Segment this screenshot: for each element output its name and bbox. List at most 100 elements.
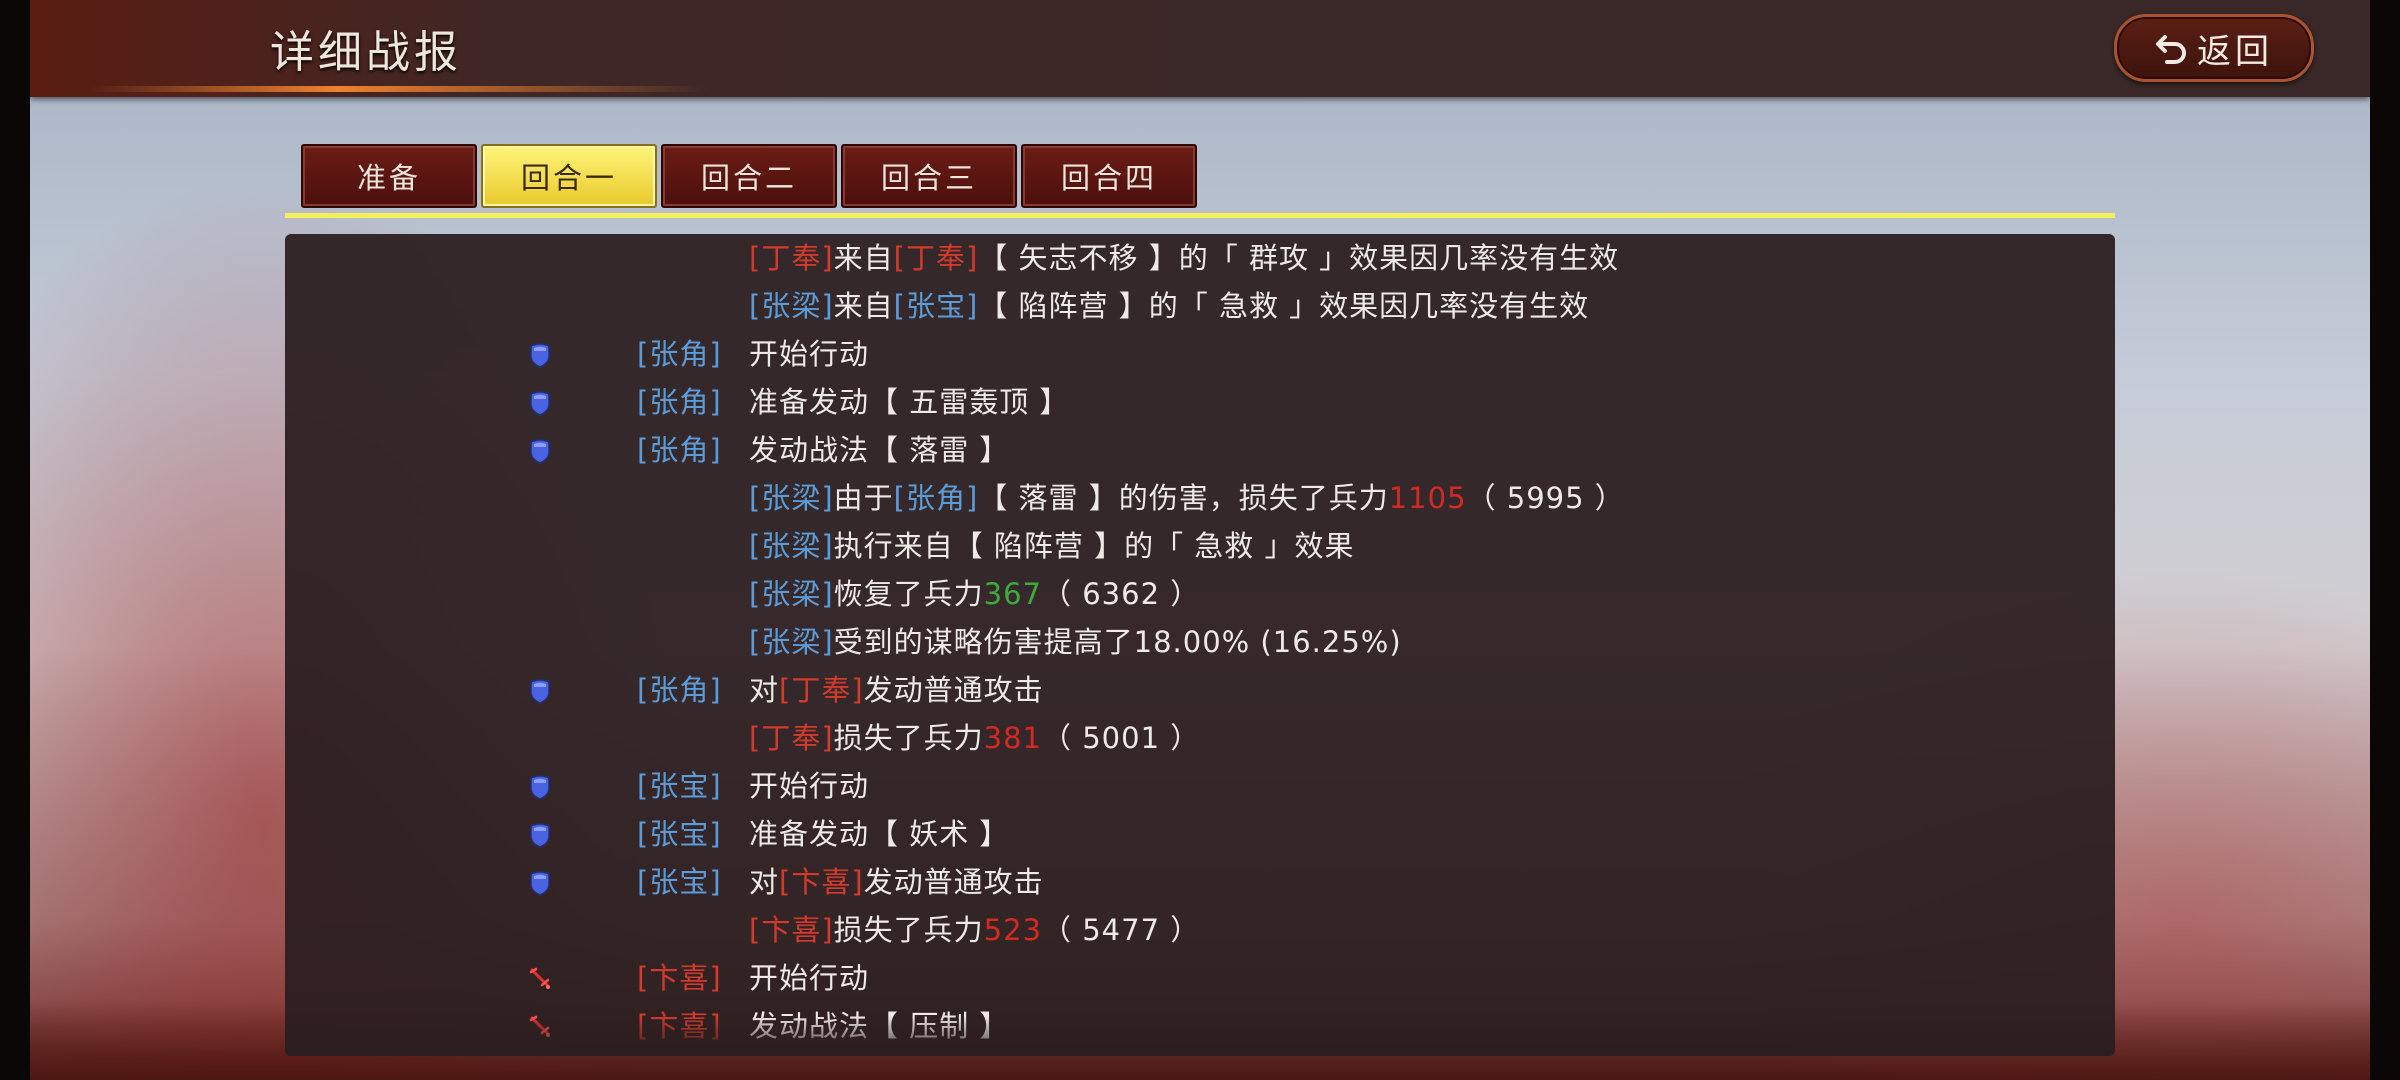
page-title: 详细战报	[270, 27, 462, 78]
enemy-name: [丁奉]	[749, 241, 834, 275]
enemy-name: [丁奉]	[749, 721, 834, 755]
log-text: 对	[749, 865, 780, 899]
log-text: 发动普通攻击	[863, 673, 1044, 707]
log-text: 损失了兵力	[833, 913, 984, 947]
log-text: 准备发动【 五雷轰顶 】	[749, 385, 1070, 419]
log-text: 来自	[833, 241, 894, 275]
tab-round-2[interactable]: 回合二	[661, 144, 837, 208]
log-line: [卞喜] 开始行动	[285, 954, 1985, 1002]
ally-name: [张梁]	[749, 625, 834, 659]
log-line: [张角] 开始行动	[285, 330, 1985, 378]
actor-name: [卞喜]	[637, 961, 722, 995]
ally-name: [张梁]	[749, 529, 834, 563]
tab-round-1[interactable]: 回合一	[481, 144, 657, 208]
enemy-name: [丁奉]	[779, 673, 864, 707]
shield-icon	[530, 679, 550, 704]
header-glow	[90, 86, 710, 92]
action-text: 发动战法【 落雷 】	[749, 426, 1009, 474]
log-line: [张梁]由于[张角]【 落雷 】的伤害，损失了兵力1105（ 5995 ）	[749, 474, 1625, 522]
action-text: 开始行动	[749, 330, 869, 378]
log-line: [张角] 发动战法【 落雷 】	[285, 426, 1985, 474]
action-text: 对[卞喜]发动普通攻击	[749, 858, 1044, 906]
tab-label: 回合二	[700, 161, 797, 195]
action-text: 准备发动【 五雷轰顶 】	[749, 378, 1069, 426]
log-line: [张宝] 开始行动	[285, 762, 1985, 810]
tab-round-4[interactable]: 回合四	[1021, 144, 1197, 208]
log-text: 恢复了兵力	[833, 577, 984, 611]
action-text: 开始行动	[749, 762, 869, 810]
log-line: [张梁]来自[张宝]【 陷阵营 】的「 急救 」效果因几率没有生效	[749, 282, 1589, 330]
ally-name: [张宝]	[893, 289, 979, 323]
log-text: 【 陷阵营 】的「 急救 」效果因几率没有生效	[978, 289, 1590, 323]
actor-name: [张角]	[637, 337, 722, 371]
log-line: [丁奉]来自[丁奉]【 矢志不移 】的「 群攻 」效果因几率没有生效	[749, 234, 1619, 282]
back-arrow-icon	[2156, 35, 2186, 64]
log-text: （ 5001 ）	[1042, 721, 1201, 755]
enemy-name: [丁奉]	[893, 241, 979, 275]
sword-icon	[529, 967, 550, 989]
tab-label: 准备	[356, 161, 421, 195]
log-fade	[285, 1016, 2115, 1056]
damage-value: 523	[983, 913, 1043, 947]
enemy-name: [卞喜]	[779, 865, 864, 899]
ally-name: [张角]	[893, 481, 979, 515]
log-text: 开始行动	[749, 769, 870, 803]
log-text: 准备发动【 妖术 】	[749, 817, 1010, 851]
log-line: [张宝] 对[卞喜]发动普通攻击	[285, 858, 1985, 906]
log-text: 开始行动	[749, 337, 870, 371]
damage-value: 1105	[1388, 481, 1467, 515]
log-text: （ 5995 ）	[1466, 481, 1625, 515]
tab-label: 回合一	[520, 161, 617, 195]
tab-label: 回合三	[880, 161, 977, 195]
shield-icon	[530, 871, 550, 896]
ally-name: [张梁]	[749, 577, 834, 611]
shield-icon	[530, 775, 550, 800]
shield-icon	[530, 391, 550, 416]
log-text: 受到的谋略伤害提高了18.00% (16.25%)	[833, 625, 1402, 659]
battle-log-panel[interactable]: [丁奉]来自[丁奉]【 矢志不移 】的「 群攻 」效果因几率没有生效 [张梁]来自…	[285, 234, 2115, 1056]
actor-name: [张宝]	[637, 769, 722, 803]
actor-name: [张宝]	[637, 865, 722, 899]
log-text: 开始行动	[749, 961, 870, 995]
ally-name: [张梁]	[749, 289, 834, 323]
heal-value: 367	[983, 577, 1043, 611]
action-text: 准备发动【 妖术 】	[749, 810, 1009, 858]
action-text: 开始行动	[749, 954, 869, 1002]
log-text: 由于	[833, 481, 894, 515]
log-line: [张角] 准备发动【 五雷轰顶 】	[285, 378, 1985, 426]
log-text: 【 落雷 】的伤害，损失了兵力	[978, 481, 1389, 515]
back-button-label: 返回	[2197, 31, 2273, 72]
log-line: [张梁]受到的谋略伤害提高了18.00% (16.25%)	[749, 618, 1402, 666]
log-line: [张宝] 准备发动【 妖术 】	[285, 810, 1985, 858]
log-text: 对	[749, 673, 780, 707]
log-text: （ 6362 ）	[1042, 577, 1201, 611]
log-text: 【 矢志不移 】的「 群攻 」效果因几率没有生效	[978, 241, 1620, 275]
log-text: 来自	[833, 289, 894, 323]
back-button[interactable]: 返回	[2114, 14, 2314, 82]
tab-round-3[interactable]: 回合三	[841, 144, 1017, 208]
actor-name: [张角]	[637, 385, 722, 419]
damage-value: 381	[983, 721, 1043, 755]
actor-name: [张角]	[637, 673, 722, 707]
ally-name: [张梁]	[749, 481, 834, 515]
shield-icon	[530, 343, 550, 368]
round-tabs: 准备 回合一 回合二 回合三 回合四	[301, 144, 1197, 212]
shield-icon	[530, 823, 550, 848]
actor-name: [张宝]	[637, 817, 722, 851]
log-line: [丁奉]损失了兵力381（ 5001 ）	[749, 714, 1200, 762]
tab-label: 回合四	[1060, 161, 1157, 195]
header-bar: 详细战报 返回	[30, 0, 2370, 97]
actor-name: [张角]	[637, 433, 722, 467]
log-line: [张角] 对[丁奉]发动普通攻击	[285, 666, 1985, 714]
tab-prepare[interactable]: 准备	[301, 144, 477, 208]
log-line: [卞喜]损失了兵力523（ 5477 ）	[749, 906, 1200, 954]
log-text: 发动普通攻击	[863, 865, 1044, 899]
shield-icon	[530, 439, 550, 464]
log-line: [张梁]恢复了兵力367（ 6362 ）	[749, 570, 1200, 618]
log-text: 损失了兵力	[833, 721, 984, 755]
tab-underline	[285, 213, 2115, 218]
log-text: 执行来自【 陷阵营 】的「 急救 」效果	[833, 529, 1355, 563]
log-text: （ 5477 ）	[1042, 913, 1201, 947]
enemy-name: [卞喜]	[749, 913, 834, 947]
action-text: 对[丁奉]发动普通攻击	[749, 666, 1044, 714]
